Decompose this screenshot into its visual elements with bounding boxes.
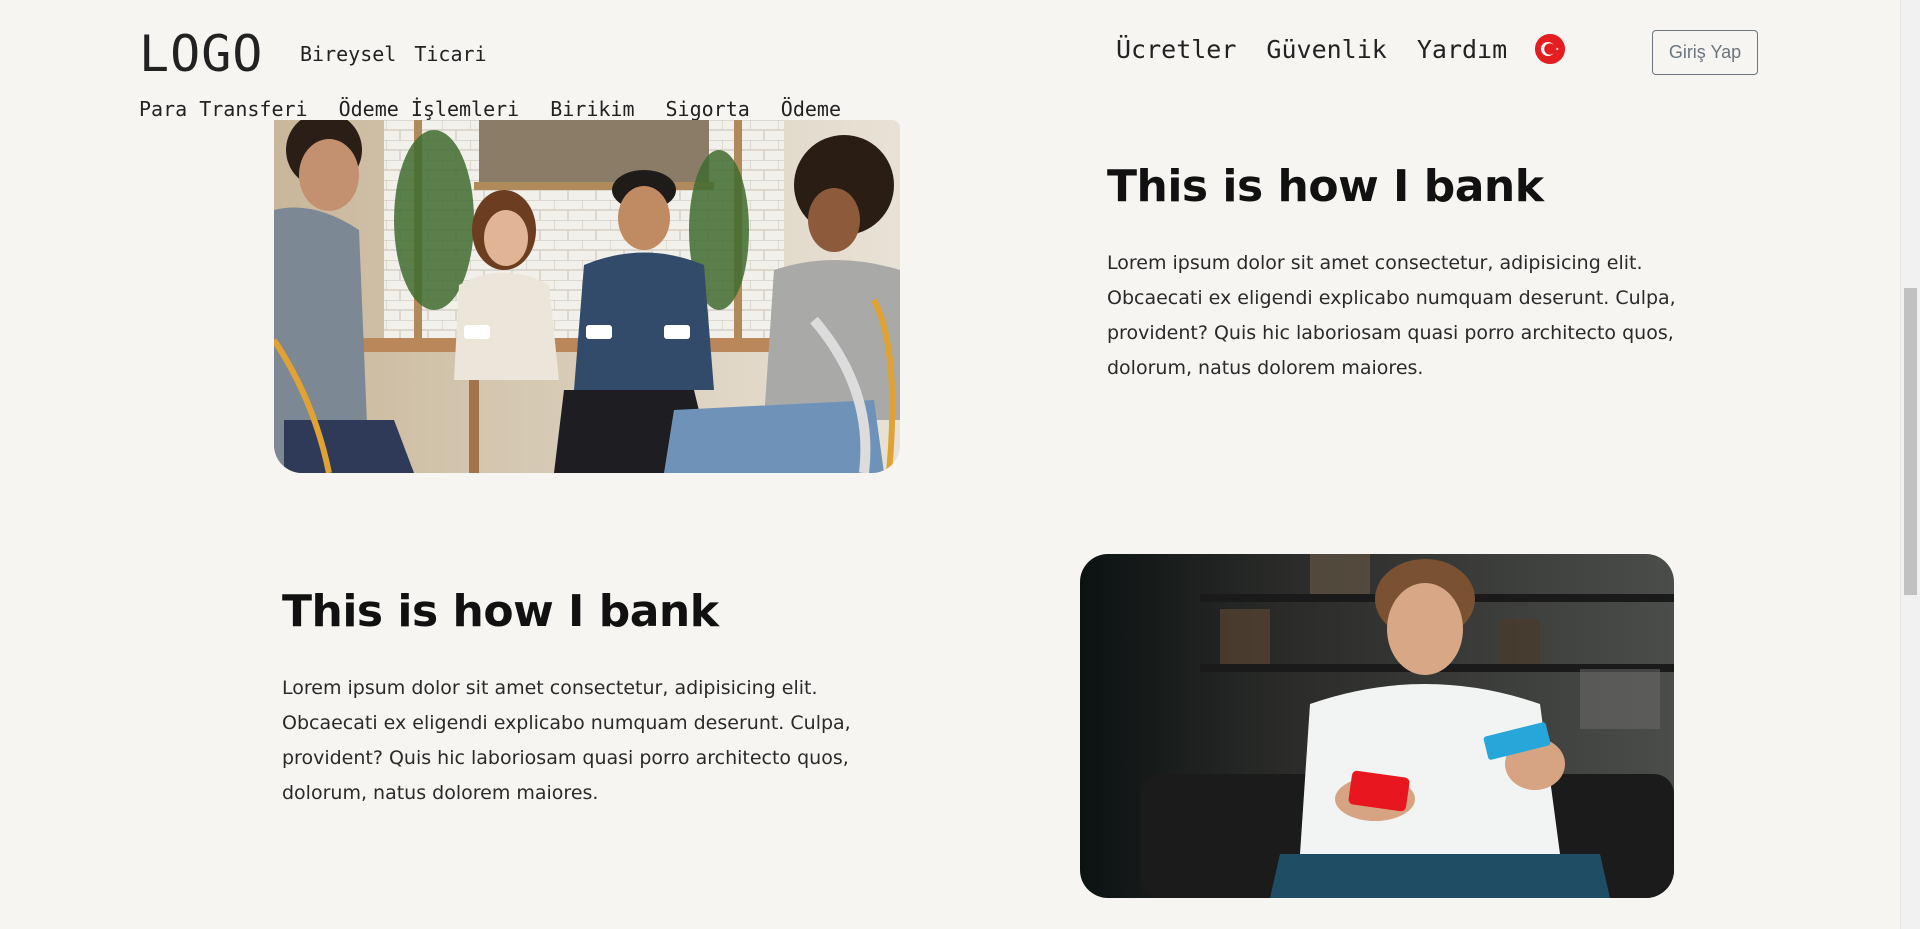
man-phone-card-photo [1080,554,1674,898]
turkey-flag-icon[interactable] [1535,34,1566,64]
nav-guvenlik[interactable]: Güvenlik [1266,35,1386,64]
section-1-text: Lorem ipsum dolor sit amet consectetur, … [1107,252,1676,379]
nav-ucretler[interactable]: Ücretler [1116,35,1236,64]
segment-nav: Bireysel Ticari [300,42,487,66]
login-button[interactable]: Giriş Yap [1652,30,1758,75]
nav-odeme-islemleri[interactable]: Ödeme İşlemleri [339,97,520,121]
nav-sigorta[interactable]: Sigorta [666,97,750,121]
nav-para-transferi[interactable]: Para Transferi [139,97,308,121]
section-2-text: Lorem ipsum dolor sit amet consectetur, … [282,677,851,804]
section-2-heading: This is how I bank [282,586,719,637]
scrollbar-thumb[interactable] [1904,288,1917,595]
nav-birikim[interactable]: Birikim [550,97,634,121]
segment-ticari[interactable]: Ticari [414,42,486,66]
main-nav: Para Transferi Ödeme İşlemleri Birikim S… [139,97,841,121]
segment-bireysel[interactable]: Bireysel [300,42,396,66]
nav-odeme[interactable]: Ödeme [781,97,841,121]
friends-cafe-photo [274,120,900,473]
section-1-heading: This is how I bank [1107,161,1544,212]
page-scrollbar[interactable] [1900,0,1920,929]
nav-yardim[interactable]: Yardım [1417,35,1507,64]
logo[interactable]: LOGO [139,24,263,84]
top-right-nav: Ücretler Güvenlik Yardım [1116,34,1566,64]
page: LOGO Bireysel Ticari Ücretler Güvenlik Y… [0,0,1901,929]
